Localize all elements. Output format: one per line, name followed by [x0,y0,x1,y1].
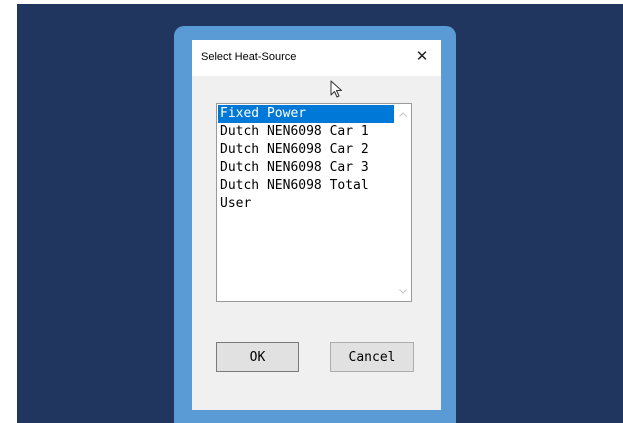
list-item[interactable]: Dutch NEN6098 Car 3 [218,159,394,177]
list-item[interactable]: Fixed Power [218,105,394,123]
list-item[interactable]: User [218,195,394,213]
list-item[interactable]: Dutch NEN6098 Car 1 [218,123,394,141]
heat-source-listbox[interactable]: Fixed Power Dutch NEN6098 Car 1 Dutch NE… [216,103,412,302]
select-heat-source-dialog: Select Heat-Source ✕ Fixed Power Dutch N… [192,40,441,410]
mouse-pointer-icon [330,80,342,98]
vertical-scrollbar[interactable] [395,104,411,301]
close-icon: ✕ [415,47,429,65]
list-item[interactable]: Dutch NEN6098 Total [218,177,394,195]
dialog-title: Select Heat-Source [201,51,297,63]
cancel-button[interactable]: Cancel [330,342,414,372]
scroll-up-arrow-icon[interactable] [395,107,411,121]
close-button[interactable]: ✕ [410,44,434,68]
list-item[interactable]: Dutch NEN6098 Car 2 [218,141,394,159]
ok-button[interactable]: OK [216,342,299,372]
scroll-down-arrow-icon[interactable] [395,284,411,298]
title-bar: Select Heat-Source ✕ [192,40,441,76]
